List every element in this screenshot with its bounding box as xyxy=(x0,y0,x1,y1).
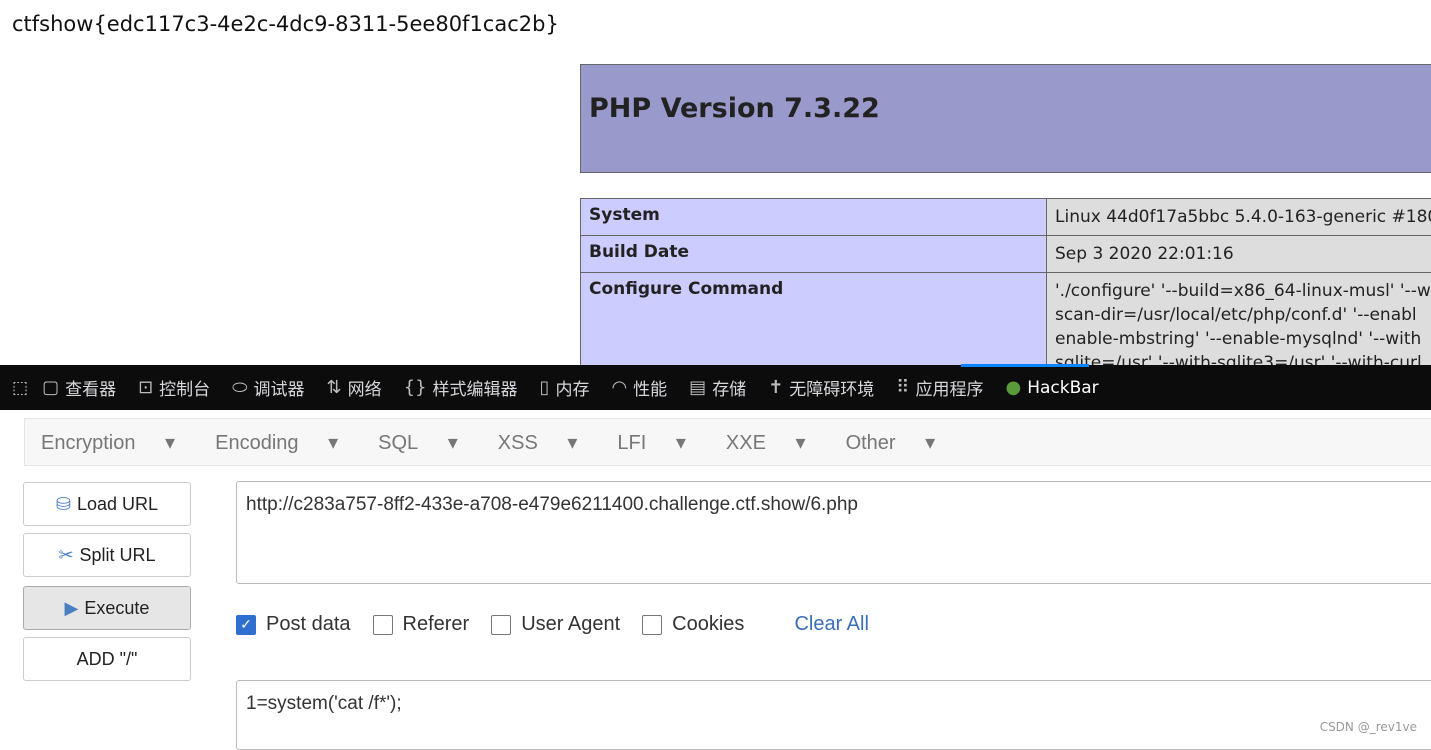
gauge-icon: ◠ xyxy=(611,377,627,398)
value-line: scan-dir=/usr/local/etc/php/conf.d' '--e… xyxy=(1055,303,1431,327)
braces-icon: {} xyxy=(404,377,427,398)
tab-application[interactable]: ⠿ 应用程序 xyxy=(896,375,983,400)
row-key: System xyxy=(581,199,1047,236)
tab-storage[interactable]: ▤ 存储 xyxy=(689,375,746,400)
menu-sql[interactable]: SQL ▾ xyxy=(370,430,458,455)
menu-other[interactable]: Other ▾ xyxy=(838,430,936,455)
tab-label: 网络 xyxy=(348,375,382,400)
checkbox-icon xyxy=(642,615,662,635)
checkbox-icon xyxy=(373,615,393,635)
tab-label: 调试器 xyxy=(254,375,305,400)
tab-label: 无障碍环境 xyxy=(789,375,874,400)
tab-memory[interactable]: ▯内存 xyxy=(540,375,590,400)
button-label: Split URL xyxy=(80,545,156,566)
tab-hackbar[interactable]: ● HackBar xyxy=(1005,377,1098,398)
split-url-button[interactable]: ✂ Split URL xyxy=(23,533,191,577)
hackbar-menu: Encryption ▾ Encoding ▾ SQL ▾ XSS ▾ LFI … xyxy=(24,418,1431,466)
tab-label: 查看器 xyxy=(65,375,116,400)
tab-network[interactable]: ⇅ 网络 xyxy=(327,375,382,400)
storage-icon: ▤ xyxy=(689,377,706,398)
menu-label: LFI xyxy=(617,432,646,454)
tab-accessibility[interactable]: ✝ 无障碍环境 xyxy=(768,375,874,400)
option-label: Post data xyxy=(266,613,351,636)
console-icon: ⊡ xyxy=(138,377,153,398)
memory-icon: ▯ xyxy=(540,377,550,398)
menu-lfi[interactable]: LFI ▾ xyxy=(609,430,686,455)
grid-icon: ⠿ xyxy=(896,377,909,398)
referer-checkbox[interactable]: Referer xyxy=(373,613,470,636)
tab-label: 样式编辑器 xyxy=(433,375,518,400)
menu-label: Encoding xyxy=(215,432,298,454)
checkbox-checked-icon: ✓ xyxy=(236,615,256,635)
button-label: ADD "/" xyxy=(77,649,138,670)
scissors-icon: ✂ xyxy=(58,545,73,566)
user-agent-checkbox[interactable]: User Agent xyxy=(491,613,620,636)
menu-label: XSS xyxy=(498,432,538,454)
play-icon: ▶ xyxy=(65,598,79,619)
network-icon: ⇅ xyxy=(327,377,342,398)
options-row: ✓ Post data Referer User Agent Cookies Cl… xyxy=(236,613,869,636)
button-label: Load URL xyxy=(77,494,158,515)
execute-button[interactable]: ▶Execute xyxy=(23,586,191,630)
load-url-button[interactable]: ⛁ Load URL xyxy=(23,482,191,526)
flag-output: ctfshow{edc117c3-4e2c-4dc9-8311-5ee80f1c… xyxy=(12,12,559,36)
table-row: Build DateSep 3 2020 22:01:16 xyxy=(581,236,1431,273)
value-line: enable-mbstring' '--enable-mysqlnd' '--w… xyxy=(1055,327,1431,351)
menu-encryption[interactable]: Encryption ▾ xyxy=(33,430,175,455)
row-key: Build Date xyxy=(581,236,1047,273)
value-line: './configure' '--build=x86_64-linux-musl… xyxy=(1055,279,1431,303)
table-row: SystemLinux 44d0f17a5bbc 5.4.0-163-gener… xyxy=(581,199,1431,236)
tab-label: 性能 xyxy=(633,375,667,400)
menu-label: Encryption xyxy=(41,432,136,454)
button-label: Execute xyxy=(84,598,149,619)
menu-xxe[interactable]: XXE ▾ xyxy=(718,430,806,455)
option-label: User Agent xyxy=(521,613,620,636)
row-value: Linux 44d0f17a5bbc 5.4.0-163-generic #18… xyxy=(1047,199,1431,236)
tab-label: 内存 xyxy=(555,375,589,400)
accessibility-icon: ✝ xyxy=(768,377,783,398)
cookies-checkbox[interactable]: Cookies xyxy=(642,613,744,636)
tab-label: 控制台 xyxy=(159,375,210,400)
php-version-title: PHP Version 7.3.22 xyxy=(589,93,880,124)
tab-performance[interactable]: ◠ 性能 xyxy=(611,375,667,400)
tab-debugger[interactable]: ⬭ 调试器 xyxy=(232,375,304,400)
tab-console[interactable]: ⊡ 控制台 xyxy=(138,375,210,400)
tab-label: 应用程序 xyxy=(915,375,983,400)
tab-inspector[interactable]: ▢ 查看器 xyxy=(42,375,116,400)
hackbar-panel: Encryption ▾ Encoding ▾ SQL ▾ XSS ▾ LFI … xyxy=(0,410,1431,742)
php-info-table: SystemLinux 44d0f17a5bbc 5.4.0-163-gener… xyxy=(580,198,1431,382)
add-slash-button[interactable]: ADD "/" xyxy=(23,637,191,681)
option-label: Referer xyxy=(403,613,470,636)
menu-xss[interactable]: XSS ▾ xyxy=(490,430,578,455)
clear-all-link[interactable]: Clear All xyxy=(794,613,868,636)
url-input[interactable]: http://c283a757-8ff2-433e-a708-e479e6211… xyxy=(236,481,1431,584)
debugger-icon: ⬭ xyxy=(232,377,247,398)
php-header: PHP Version 7.3.22 xyxy=(580,64,1431,173)
menu-label: SQL xyxy=(378,432,418,454)
option-label: Cookies xyxy=(672,613,744,636)
menu-label: XXE xyxy=(726,432,766,454)
hackbar-icon: ● xyxy=(1005,377,1021,398)
element-picker-icon[interactable]: ⬚ xyxy=(12,378,28,398)
tab-label: HackBar xyxy=(1027,378,1098,398)
devtools-toolbar: ⬚ ▢ 查看器 ⊡ 控制台 ⬭ 调试器 ⇅ 网络 {} 样式编辑器 ▯内存 ◠ 性能 ▤ 存储… xyxy=(0,365,1431,410)
tab-label: 存储 xyxy=(712,375,746,400)
inspector-icon: ▢ xyxy=(42,377,59,398)
post-data-input[interactable]: 1=system('cat /f*'); xyxy=(236,680,1431,750)
row-value: Sep 3 2020 22:01:16 xyxy=(1047,236,1431,273)
watermark: CSDN @_rev1ve xyxy=(1320,720,1417,734)
menu-encoding[interactable]: Encoding ▾ xyxy=(207,430,338,455)
tab-style-editor[interactable]: {} 样式编辑器 xyxy=(404,375,518,400)
load-icon: ⛁ xyxy=(56,494,71,515)
menu-label: Other xyxy=(846,432,896,454)
checkbox-icon xyxy=(491,615,511,635)
post-data-checkbox[interactable]: ✓ Post data xyxy=(236,613,351,636)
